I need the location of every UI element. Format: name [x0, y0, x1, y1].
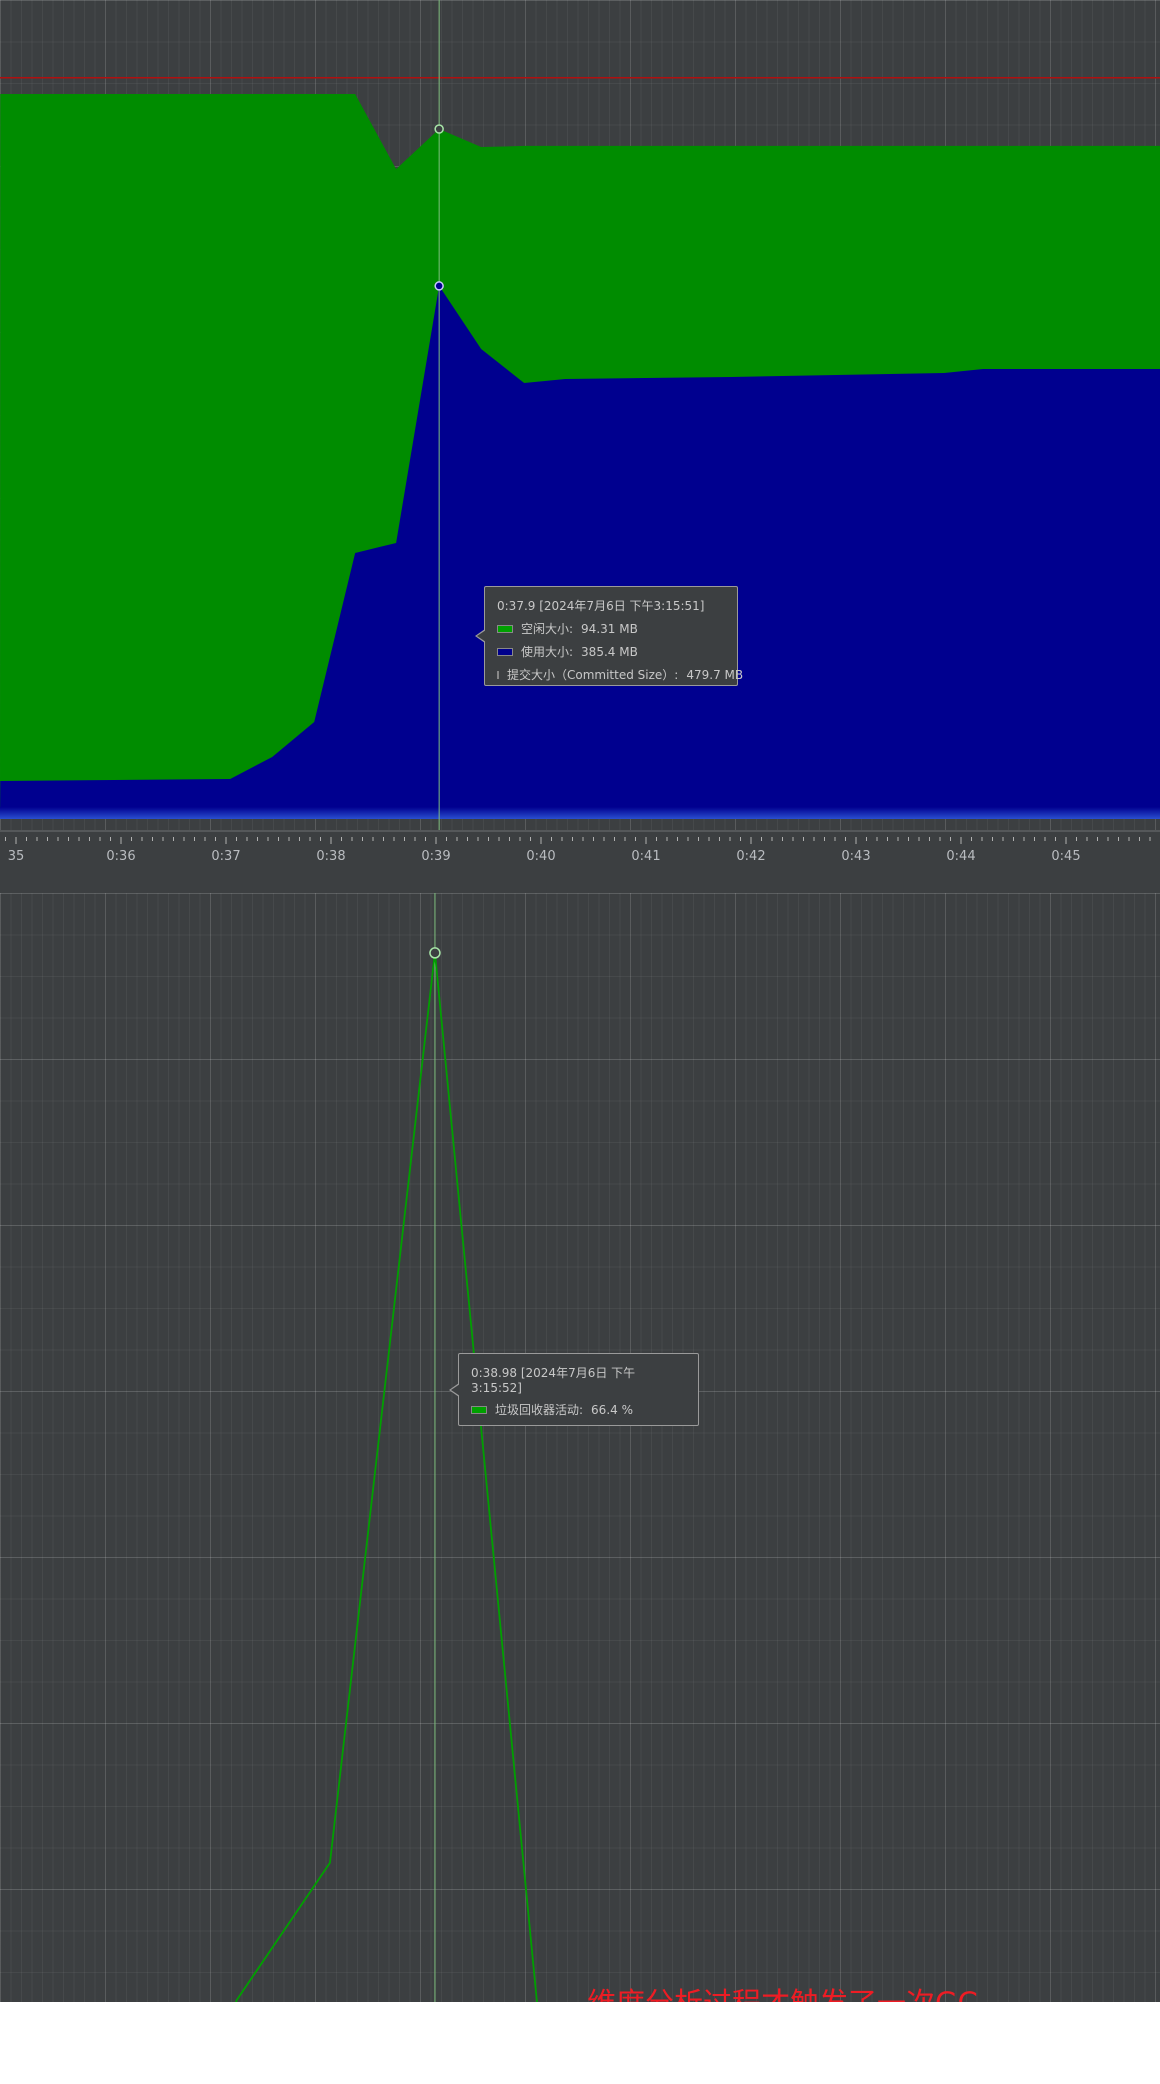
- axis-tick-label: 0:38: [316, 849, 346, 864]
- time-axis[interactable]: 35 0:36 0:37 0:38 0:39 0:40 0:41 0:42 0:43 0:44 0:…: [0, 830, 1160, 896]
- time-axis-ticks: [5, 837, 1151, 844]
- committed-value: 479.7 MB: [686, 667, 744, 682]
- tooltip-row-gc: 垃圾回收器活动: 66.4 %: [471, 1401, 686, 1418]
- axis-tick-label: 0:39: [421, 849, 451, 864]
- tooltip-row-committed: 提交大小（Committed Size）: 479.7 MB: [497, 666, 743, 683]
- gc-value: 66.4 %: [591, 1402, 633, 1417]
- gc-cursor-point: [429, 947, 441, 959]
- axis-tick-label: 0:43: [841, 849, 871, 864]
- gc-tooltip: 0:38.98 [2024年7月6日 下午3:15:52] 垃圾回收器活动: 6…: [449, 1353, 699, 1426]
- gc-chart-svg: [235, 893, 538, 2002]
- tooltip-row-free: 空闲大小: 94.31 MB: [497, 620, 725, 637]
- axis-tick-label: 35: [7, 849, 25, 864]
- axis-tick-label: 0:44: [946, 849, 976, 864]
- committed-cursor-point: [434, 124, 444, 134]
- committed-label: 提交大小（Committed Size）:: [507, 668, 679, 682]
- free-value: 94.31 MB: [581, 621, 638, 636]
- gc-label: 垃圾回收器活动:: [495, 1403, 584, 1417]
- heap-chart[interactable]: 0:37.9 [2024年7月6日 下午3:15:51] 空闲大小: 94.31…: [0, 0, 1160, 830]
- axis-tick-label: 0:41: [631, 849, 661, 864]
- tooltip-pointer: [475, 629, 486, 643]
- gc-activity-line: [235, 952, 538, 2002]
- gc-activity-chart[interactable]: 0:38.98 [2024年7月6日 下午3:15:52] 垃圾回收器活动: 6…: [0, 893, 1160, 2002]
- visualvm-monitor: 0:37.9 [2024年7月6日 下午3:15:51] 空闲大小: 94.31…: [0, 0, 1160, 2002]
- gc-tooltip-title: 0:38.98 [2024年7月6日 下午3:15:52]: [471, 1366, 636, 1395]
- free-label: 空闲大小:: [521, 622, 574, 636]
- heap-tooltip-title: 0:37.9 [2024年7月6日 下午3:15:51]: [497, 599, 705, 613]
- used-label: 使用大小:: [521, 645, 574, 659]
- axis-tick-label: 0:36: [106, 849, 136, 864]
- tooltip-row-used: 使用大小: 385.4 MB: [497, 643, 725, 660]
- axis-tick-label: 0:37: [211, 849, 241, 864]
- gc-activity-line-start: [235, 2000, 238, 2002]
- committed-legend-swatch-icon: [497, 670, 499, 679]
- gc-legend-swatch-icon: [471, 1405, 487, 1414]
- used-legend-swatch-icon: [497, 647, 513, 656]
- heap-tooltip: 0:37.9 [2024年7月6日 下午3:15:51] 空闲大小: 94.31…: [475, 586, 743, 686]
- tooltip-pointer: [449, 1382, 460, 1397]
- annotation-text: 维度分析过程才触发了一次GC: [587, 1980, 978, 2002]
- free-legend-swatch-icon: [497, 624, 513, 633]
- used-area-bottom-gradient: [0, 807, 1160, 819]
- heap-chart-svg: [0, 0, 1160, 830]
- axis-tick-label: 0:40: [526, 849, 556, 864]
- axis-tick-label: 0:45: [1051, 849, 1081, 864]
- used-cursor-point: [434, 281, 444, 291]
- axis-tick-label: 0:42: [736, 849, 766, 864]
- used-value: 385.4 MB: [581, 644, 638, 659]
